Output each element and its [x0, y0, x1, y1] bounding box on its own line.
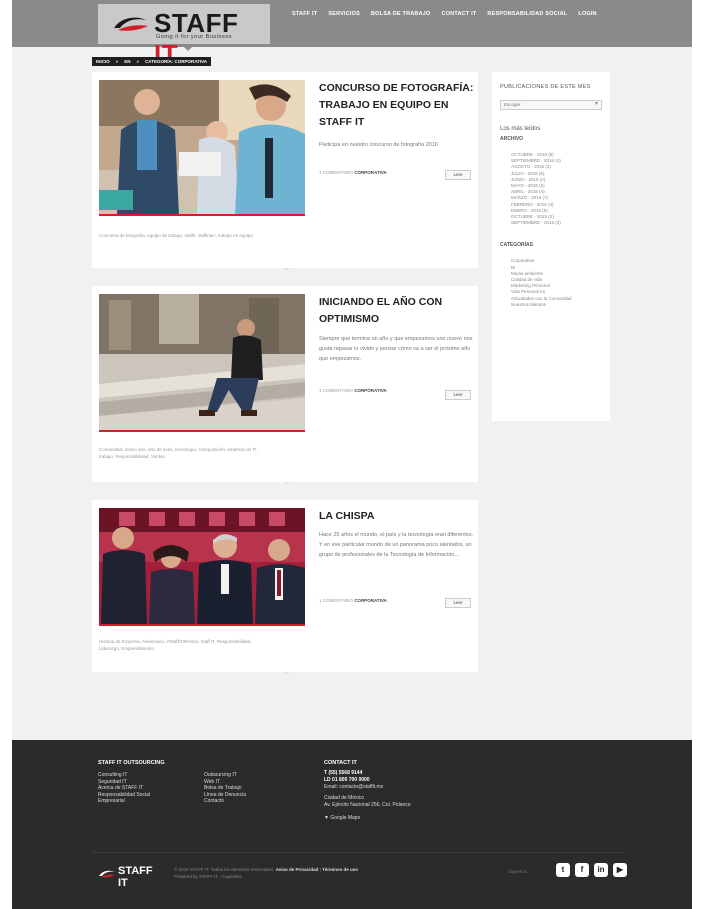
post-title[interactable]: LA CHISPA: [319, 508, 479, 525]
month-select[interactable]: Escoger: [500, 100, 602, 110]
footer-link[interactable]: Contacto: [204, 798, 246, 805]
footer-city: Ciudad de México: [324, 795, 365, 801]
footer-col2-links: Outsourcing IT Web IT Bolsa de Trabajo L…: [204, 772, 246, 805]
footer-link[interactable]: Seguridad IT: [98, 779, 150, 786]
footer-copyright: © 2016 STAFF IT. Todos los derechos rese…: [174, 867, 359, 879]
archive-list: OCTUBRE - 2016 (5) SEPTIEMBRE - 2016 (4)…: [500, 152, 602, 226]
main-nav: STAFF IT SERVICIOS BOLSA DE TRABAJO CONT…: [292, 11, 608, 17]
social-label: Síguenos: [508, 869, 528, 874]
post-image[interactable]: [99, 80, 305, 216]
page: STAFF IT Going it for your Business STAF…: [12, 0, 692, 909]
post-tags: Historia de Empresa, Aniversario, #Staff…: [99, 639, 252, 651]
privacy-link[interactable]: Aviso de Privacidad: [276, 867, 319, 872]
site-header: STAFF IT Going it for your Business STAF…: [12, 0, 692, 69]
read-more-button[interactable]: Leer: [445, 390, 471, 400]
footer-link[interactable]: Empresarial: [98, 798, 150, 805]
linkedin-icon[interactable]: in: [594, 863, 608, 877]
footer-divider: [92, 852, 624, 853]
office-team-photo: [99, 80, 305, 214]
terms-link[interactable]: Términos de uso: [322, 867, 358, 872]
post-title[interactable]: CONCURSO DE FOTOGRAFÍA: TRABAJO EN EQUIP…: [319, 80, 479, 131]
footer-link[interactable]: Bolsa de Trabajo: [204, 785, 246, 792]
nav-staff-it[interactable]: STAFF IT: [292, 11, 317, 17]
read-more-button[interactable]: Leer: [445, 598, 471, 608]
founders-group-photo: [99, 508, 305, 624]
footer-link[interactable]: Responsabilidad Social: [98, 792, 150, 799]
post-meta: 1 COMENTARIO CORPORATIVA: [319, 388, 387, 393]
footer-link[interactable]: Acerca de STAFF IT: [98, 785, 150, 792]
archive-item[interactable]: SEPTIEMBRE - 2015 (3): [511, 220, 602, 226]
map-pin-icon: ▼: [324, 815, 329, 821]
post-separator-icon: [284, 482, 290, 485]
post-card: LA CHISPA Hace 25 años el mundo, el país…: [92, 500, 478, 672]
post-image[interactable]: [99, 294, 305, 432]
breadcrumb-separator: »: [115, 59, 119, 64]
categories-list: Corporativa BI Medio ambiente Calidad de…: [500, 258, 602, 308]
sidebar: PUBLICACIONES DE ESTE MES Escoger Los má…: [492, 72, 610, 421]
footer-link[interactable]: Web IT: [204, 779, 246, 786]
footer-link[interactable]: Outsourcing IT: [204, 772, 246, 779]
post-card: CONCURSO DE FOTOGRAFÍA: TRABAJO EN EQUIP…: [92, 72, 478, 268]
footer-logo[interactable]: STAFF IT: [98, 865, 153, 889]
post-excerpt: Hace 25 años el mundo, el país y la tecn…: [319, 532, 474, 558]
post-meta: 1 COMENTARIO CORPORATIVA: [319, 170, 387, 175]
breadcrumb-separator: »: [136, 59, 140, 64]
sidebar-title: PUBLICACIONES DE ESTE MES: [500, 84, 591, 90]
footer-link[interactable]: Línea de Denuncia: [204, 792, 246, 799]
logo-tagline: Going it for your Business: [156, 34, 232, 40]
nav-responsabilidad-social[interactable]: RESPONSABILIDAD SOCIAL: [487, 11, 567, 17]
post-tags: Concurso de fotografía, equipo de trabaj…: [99, 233, 253, 238]
youtube-icon[interactable]: ▶: [613, 863, 627, 877]
powered-by: Powered by STAFF IT - Capicetec: [174, 874, 243, 879]
post-tags: Comunidad, nuevo año, año de éxito, tecn…: [99, 447, 258, 459]
post-separator-icon: [284, 268, 290, 271]
breadcrumb-en[interactable]: EN: [124, 59, 130, 64]
man-sitting-photo: [99, 294, 305, 430]
twitter-icon[interactable]: t: [556, 863, 570, 877]
staff-it-swoosh-icon: [114, 17, 148, 31]
breadcrumb: INICIO » EN » CATEGORÍA: CORPORATIVA: [92, 57, 212, 66]
nav-login[interactable]: LOGIN: [578, 11, 596, 17]
breadcrumb-current: CATEGORÍA: CORPORATIVA: [145, 59, 208, 64]
read-more-button[interactable]: Leer: [445, 170, 471, 180]
archive-title: ARCHIVO: [500, 136, 524, 142]
post-meta: 1 COMENTARIO CORPORATIVA: [319, 598, 387, 603]
post-card: INICIANDO EL AÑO CON OPTIMISMO Siempre q…: [92, 286, 478, 482]
footer-link[interactable]: Consulting IT: [98, 772, 150, 779]
footer-col1-title: STAFF IT OUTSOURCING: [98, 760, 165, 766]
post-title[interactable]: INICIANDO EL AÑO CON OPTIMISMO: [319, 294, 479, 328]
nav-contact-it[interactable]: CONTACT IT: [442, 11, 477, 17]
post-excerpt: Siempre que termina un año y que empezam…: [319, 336, 473, 362]
facebook-icon[interactable]: f: [575, 863, 589, 877]
nav-servicios[interactable]: SERVICIOS: [328, 11, 360, 17]
nav-bolsa-de-trabajo[interactable]: BOLSA DE TRABAJO: [371, 11, 431, 17]
post-separator-icon: [284, 672, 290, 675]
footer-col1-links: Consulting IT Seguridad IT Acerca de STA…: [98, 772, 150, 805]
post-image[interactable]: [99, 508, 305, 626]
staff-it-swoosh-icon: [99, 870, 115, 878]
post-excerpt: Participa en nuestro concurso de fotogra…: [319, 142, 438, 148]
footer-contact-title: CONTACT IT: [324, 760, 357, 766]
footer-address: Av. Ejército Nacional 256, Col. Polanco: [324, 802, 411, 808]
category-item[interactable]: Nuestros talentos: [511, 302, 602, 308]
sidebar-popular[interactable]: Los más leídos: [500, 126, 602, 132]
footer-contact: T (55) 5568 9144 LD 01 800 700 0000 Emai…: [324, 770, 411, 822]
logo[interactable]: STAFF IT Going it for your Business: [98, 4, 270, 69]
footer-phone[interactable]: T (55) 5568 9144: [324, 770, 362, 776]
categories-title: CATEGORÍAS: [500, 242, 533, 249]
google-maps-link[interactable]: Google Maps: [330, 815, 360, 821]
footer-phone[interactable]: LD 01 800 700 0000: [324, 777, 370, 783]
breadcrumb-inicio[interactable]: INICIO: [96, 59, 110, 64]
footer-email[interactable]: Email: contacto@staffit.mx: [324, 784, 411, 791]
header-caret-icon: [184, 47, 192, 51]
